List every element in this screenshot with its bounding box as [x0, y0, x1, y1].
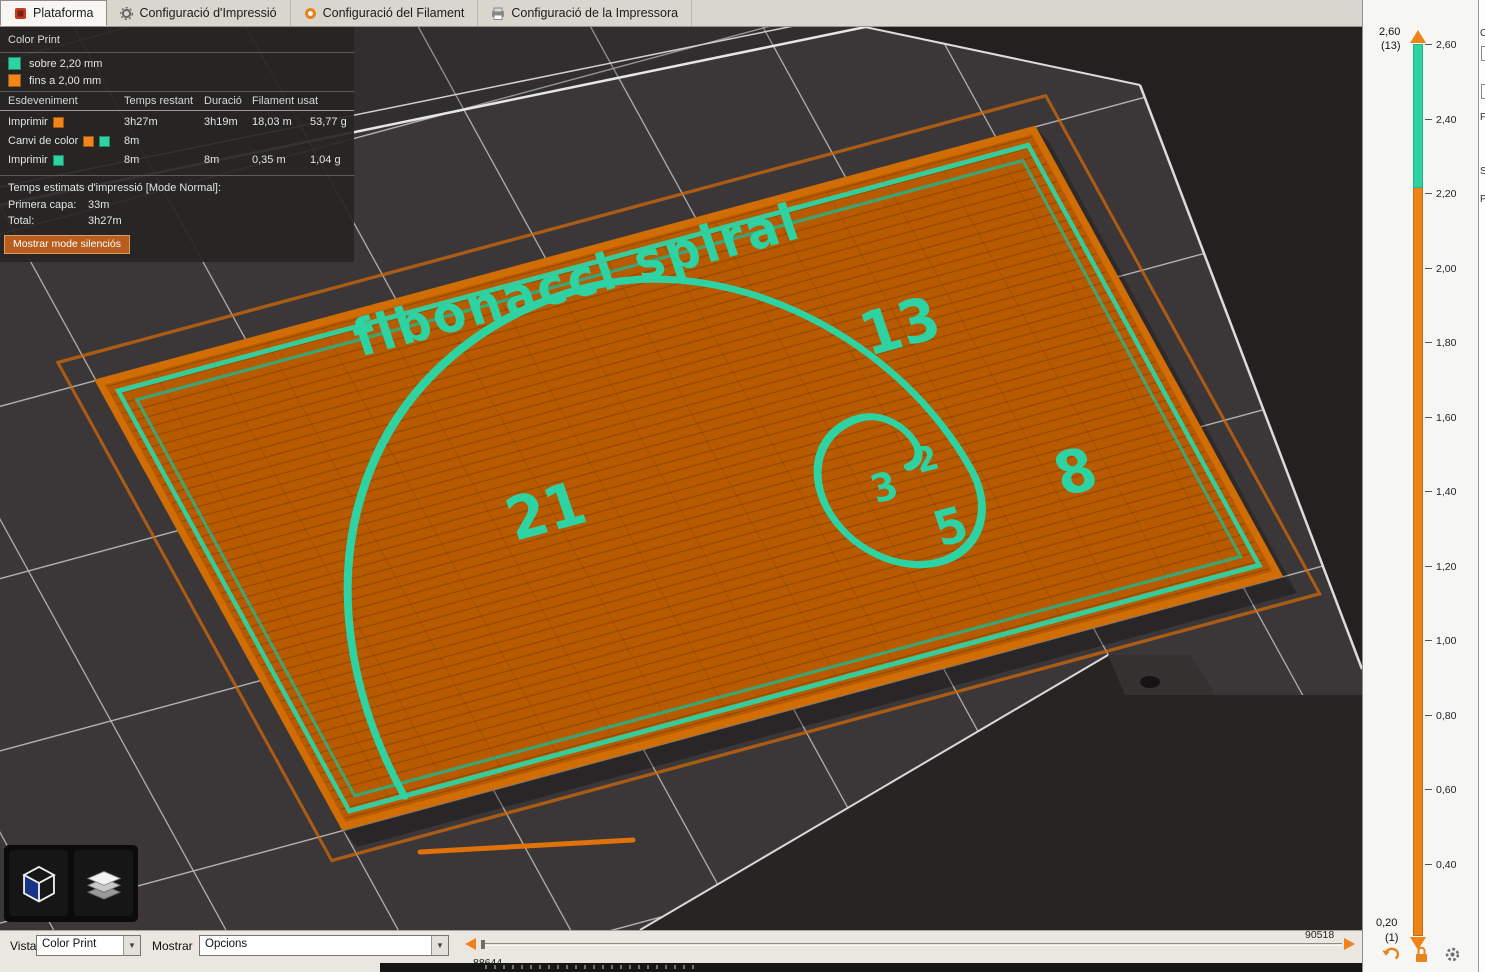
total-row: Total: 3h27m — [8, 215, 122, 227]
layer-tick: 1,00 — [1425, 635, 1456, 647]
layer-min-index: (1) — [1385, 932, 1399, 944]
tab-label: Configuració del Filament — [322, 6, 465, 20]
layers-view-button[interactable] — [74, 850, 133, 916]
layer-tick: 2,40 — [1425, 114, 1456, 126]
undo-icon[interactable] — [1381, 946, 1399, 963]
range-position-marker[interactable] — [481, 940, 485, 949]
orange-swatch — [8, 74, 21, 87]
range-end-value: 90518 — [1305, 929, 1335, 941]
legend-below: fins a 2,00 mm — [0, 72, 354, 89]
mostrar-label: Mostrar — [152, 939, 193, 953]
layer-tick: 2,20 — [1425, 188, 1456, 200]
lock-icon[interactable] — [1414, 946, 1429, 963]
layer-tick: 2,00 — [1425, 263, 1456, 275]
clipped-label: S — [1480, 166, 1485, 177]
layer-stack-icon — [81, 858, 127, 908]
mostrar-dropdown[interactable]: Opcions ▼ — [199, 935, 449, 956]
color-print-panel: Color Print sobre 2,20 mm fins a 2,00 mm… — [0, 27, 354, 262]
layer-tick: 1,60 — [1425, 412, 1456, 424]
viewport-action-icons — [1363, 946, 1479, 963]
range-right-arrow[interactable] — [1344, 938, 1355, 950]
chevron-down-icon: ▼ — [123, 936, 140, 955]
teal-swatch — [8, 57, 21, 70]
printer-icon — [491, 7, 505, 20]
clipped-input[interactable] — [1481, 46, 1485, 61]
tab-configuracio-filament[interactable]: Configuració del Filament — [291, 0, 479, 26]
layer-max-value: 2,60 — [1379, 26, 1401, 38]
tab-label: Configuració de la Impressora — [511, 6, 679, 20]
layer-tick: 0,60 — [1425, 784, 1456, 796]
layer-tick: 1,40 — [1425, 486, 1456, 498]
tab-label: Configuració d'Impressió — [139, 6, 277, 20]
silent-mode-button[interactable]: Mostrar mode silenciós — [4, 235, 130, 254]
layer-tick: 0,40 — [1425, 859, 1456, 871]
clipped-input[interactable] — [1481, 84, 1485, 99]
first-layer-row: Primera capa: 33m — [8, 199, 110, 211]
legend-above: sobre 2,20 mm — [0, 55, 354, 72]
layer-tick: 1,20 — [1425, 561, 1456, 573]
solid-view-button[interactable] — [9, 850, 68, 916]
layer-slider-top-handle[interactable] — [1410, 30, 1426, 43]
cube-wireframe-icon — [16, 858, 62, 908]
layer-range-teal-segment[interactable] — [1413, 44, 1423, 188]
right-edge-panel: C F S P — [1478, 0, 1485, 972]
layer-tick: 1,80 — [1425, 337, 1456, 349]
event-table-header: Esdeveniment Temps restant Duració Filam… — [0, 94, 354, 111]
layer-slider-panel: 2,60 (13) 0,20 (1) 2,60 2,40 2,20 2,00 1… — [1362, 0, 1478, 972]
clipped-label: C — [1480, 28, 1485, 39]
layer-tick: 0,80 — [1425, 710, 1456, 722]
clipped-label: P — [1480, 194, 1485, 205]
app-window: Plataforma Configuració d'Impressió Conf… — [0, 0, 1485, 972]
clipped-label: F — [1480, 112, 1485, 123]
vista-label: Vista — [10, 939, 37, 953]
tab-configuracio-impressora[interactable]: Configuració de la Impressora — [478, 0, 693, 26]
event-row-print-2: Imprimir 8m 8m 0,35 m 1,04 g — [8, 154, 341, 166]
event-row-color-change: Canvi de color 8m — [8, 135, 140, 147]
bed-screw-hole — [1140, 676, 1160, 688]
tab-bar: Plataforma Configuració d'Impressió Conf… — [0, 0, 1485, 27]
layer-tick: 2,60 — [1425, 39, 1456, 51]
event-row-print-1: Imprimir 3h27m 3h19m 18,03 m 53,77 g — [8, 116, 347, 128]
statusbar-fragment — [380, 963, 1362, 972]
estimate-heading: Temps estimats d'impressió [Mode Normal]… — [0, 175, 354, 197]
layer-min-value: 0,20 — [1376, 917, 1398, 929]
teal-swatch — [52, 155, 64, 166]
orange-swatch — [83, 136, 95, 147]
chevron-down-icon: ▼ — [431, 936, 448, 955]
teal-swatch — [99, 136, 111, 147]
vista-dropdown[interactable]: Color Print ▼ — [36, 935, 141, 956]
orange-swatch — [52, 117, 64, 128]
filament-spool-icon — [304, 7, 317, 20]
range-left-arrow[interactable] — [465, 938, 476, 950]
layer-max-index: (13) — [1381, 40, 1401, 52]
tab-plataforma[interactable]: Plataforma — [0, 0, 108, 26]
tab-configuracio-impressio[interactable]: Configuració d'Impressió — [107, 0, 291, 26]
platform-icon — [14, 7, 27, 20]
print-settings-gear-icon — [120, 6, 134, 20]
gear-icon[interactable] — [1444, 946, 1461, 963]
view-mode-toolbar — [4, 845, 138, 922]
panel-title: Color Print — [8, 34, 60, 46]
print-range-slider[interactable] — [482, 943, 1342, 946]
tab-label: Plataforma — [33, 6, 94, 20]
